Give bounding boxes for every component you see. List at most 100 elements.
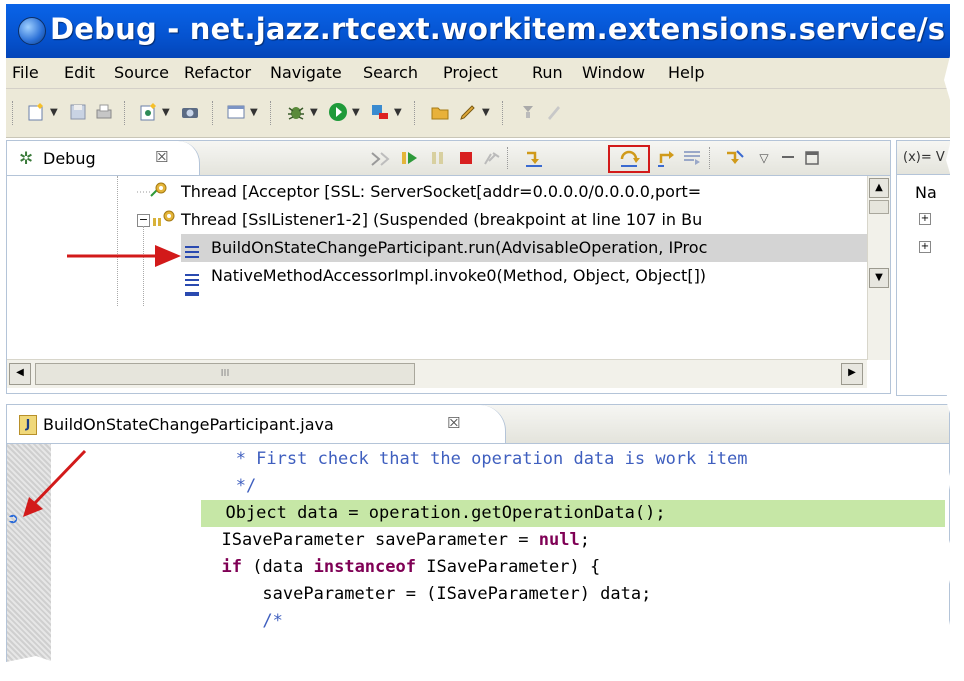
toolbar-separator	[270, 101, 273, 125]
tab-debug-label: Debug	[43, 149, 96, 168]
code-line-comment: /*	[201, 611, 283, 631]
code-text: ISaveParameter) {	[415, 557, 601, 577]
debug-view-tabbar: ✲ Debug ☒ ▽	[7, 141, 890, 176]
scroll-thumb[interactable]	[869, 200, 889, 214]
toolbar-separator	[12, 101, 15, 125]
menu-file[interactable]: File	[12, 63, 39, 82]
pen-icon[interactable]	[544, 102, 564, 122]
keyword-instanceof: instanceof	[313, 557, 416, 577]
step-over-icon[interactable]	[618, 147, 640, 169]
torn-edge-right	[944, 0, 964, 681]
chevron-down-icon[interactable]: ▼	[310, 107, 318, 118]
expand-icon[interactable]: +	[919, 241, 931, 253]
toolbar-separator	[212, 101, 215, 125]
menu-navigate[interactable]: Navigate	[270, 63, 342, 82]
close-icon[interactable]: ☒	[447, 414, 460, 432]
menu-edit[interactable]: Edit	[64, 63, 95, 82]
keyword-if: if	[221, 557, 242, 577]
main-toolbar: ▼ ▼ ▼ ▼ ▼ ▼ ▼	[6, 89, 950, 138]
disconnect-icon[interactable]	[481, 147, 503, 169]
drop-to-frame-icon[interactable]	[681, 147, 703, 169]
open-folder-icon[interactable]	[430, 102, 450, 122]
run-icon[interactable]	[328, 102, 348, 122]
java-editor: J BuildOnStateChangeParticipant.java ☒ ➲…	[6, 404, 950, 672]
next-annotation-icon[interactable]	[518, 102, 538, 122]
tree-row-label: Thread [Acceptor [SSL: ServerSocket[addr…	[181, 182, 702, 201]
toolbar-separator	[709, 147, 712, 169]
code-area[interactable]: * First check that the operation data is…	[51, 444, 950, 672]
debug-view: ✲ Debug ☒ ▽ Thread [Acceptor [SSL: Serve…	[6, 140, 891, 394]
chevron-down-icon[interactable]: ▼	[50, 107, 58, 118]
view-menu-icon[interactable]: ▽	[753, 147, 775, 169]
menu-source[interactable]: Source	[114, 63, 169, 82]
tree-row-label: BuildOnStateChangeParticipant.run(Advisa…	[211, 238, 708, 257]
menu-run[interactable]: Run	[532, 63, 563, 82]
menu-help[interactable]: Help	[668, 63, 704, 82]
tree-row-stack-frame-selected[interactable]: BuildOnStateChangeParticipant.run(Advisa…	[181, 234, 867, 262]
red-arrow-icon	[67, 245, 181, 267]
scroll-right-button[interactable]: ▶	[841, 363, 863, 385]
menu-refactor[interactable]: Refactor	[184, 63, 251, 82]
tab-editor-file[interactable]: J BuildOnStateChangeParticipant.java ☒	[7, 405, 506, 443]
resume-icon[interactable]	[399, 147, 421, 169]
tree-row-label: NativeMethodAccessorImpl.invoke0(Method,…	[211, 266, 707, 285]
terminate-icon[interactable]	[455, 147, 477, 169]
code-line-current: Object data = operation.getOperationData…	[201, 500, 945, 527]
menu-window[interactable]: Window	[582, 63, 645, 82]
code-text: ISaveParameter saveParameter =	[201, 530, 539, 550]
step-return-icon[interactable]	[655, 147, 677, 169]
scroll-up-button[interactable]: ▲	[869, 178, 889, 198]
chevron-down-icon[interactable]: ▼	[394, 107, 402, 118]
debug-bug-icon[interactable]	[286, 102, 306, 122]
code-line: if (data instanceof ISaveParameter) {	[201, 554, 950, 581]
tree-row-stack-frame[interactable]: NativeMethodAccessorImpl.invoke0(Method,…	[181, 262, 867, 290]
menu-project[interactable]: Project	[443, 63, 498, 82]
keyword-null: null	[538, 530, 580, 550]
code-text: ;	[579, 530, 590, 550]
print-icon[interactable]	[94, 102, 114, 122]
menu-search[interactable]: Search	[363, 63, 418, 82]
new-class-icon[interactable]	[138, 102, 158, 122]
debug-tree-vertical-scrollbar[interactable]: ▲ ▼	[867, 176, 890, 360]
eclipse-app-icon	[18, 17, 46, 45]
remove-terminated-icon[interactable]	[369, 147, 391, 169]
torn-edge	[6, 652, 950, 672]
tab-debug[interactable]: ✲ Debug ☒	[7, 141, 200, 175]
toolbar-separator	[507, 147, 510, 169]
window-title: Debug - net.jazz.rtcext.workitem.extensi…	[50, 12, 946, 46]
step-into-icon[interactable]	[523, 147, 545, 169]
eclipse-window: Debug - net.jazz.rtcext.workitem.extensi…	[6, 4, 950, 672]
maximize-icon[interactable]	[801, 147, 823, 169]
minimize-icon[interactable]	[777, 147, 799, 169]
scroll-left-button[interactable]: ◀	[9, 363, 31, 385]
new-wizard-icon[interactable]	[26, 102, 46, 122]
scroll-down-button[interactable]: ▼	[869, 268, 889, 288]
column-name-header: Na	[915, 183, 937, 202]
external-tools-icon[interactable]	[370, 102, 390, 122]
console-icon[interactable]	[226, 102, 246, 122]
code-line-comment: * First check that the operation data is…	[205, 449, 748, 469]
chevron-down-icon[interactable]: ▼	[162, 107, 170, 118]
chevron-down-icon[interactable]: ▼	[250, 107, 258, 118]
scroll-thumb[interactable]: III	[35, 363, 415, 385]
use-step-filters-icon[interactable]	[723, 147, 745, 169]
suspend-icon[interactable]	[427, 147, 449, 169]
editor-tab-label: BuildOnStateChangeParticipant.java	[43, 415, 334, 434]
camera-icon[interactable]	[180, 102, 200, 122]
pencil-icon[interactable]	[458, 102, 478, 122]
thread-suspended-icon	[153, 210, 175, 226]
java-file-icon: J	[19, 415, 37, 435]
chevron-down-icon[interactable]: ▼	[352, 107, 360, 118]
toolbar-separator	[124, 101, 127, 125]
menu-bar: File Edit Source Refactor Navigate Searc…	[6, 58, 950, 89]
code-line: saveParameter = (ISaveParameter) data;	[201, 584, 652, 604]
expand-icon[interactable]: +	[919, 213, 931, 225]
code-line-comment-end: */	[205, 476, 257, 496]
close-icon[interactable]: ☒	[155, 148, 168, 166]
debug-bug-icon: ✲	[19, 149, 34, 169]
chevron-down-icon[interactable]: ▼	[482, 107, 490, 118]
debug-tree-horizontal-scrollbar[interactable]: ◀ III ▶	[7, 359, 867, 388]
save-icon[interactable]	[68, 102, 88, 122]
stack-frame-icon	[185, 292, 199, 296]
